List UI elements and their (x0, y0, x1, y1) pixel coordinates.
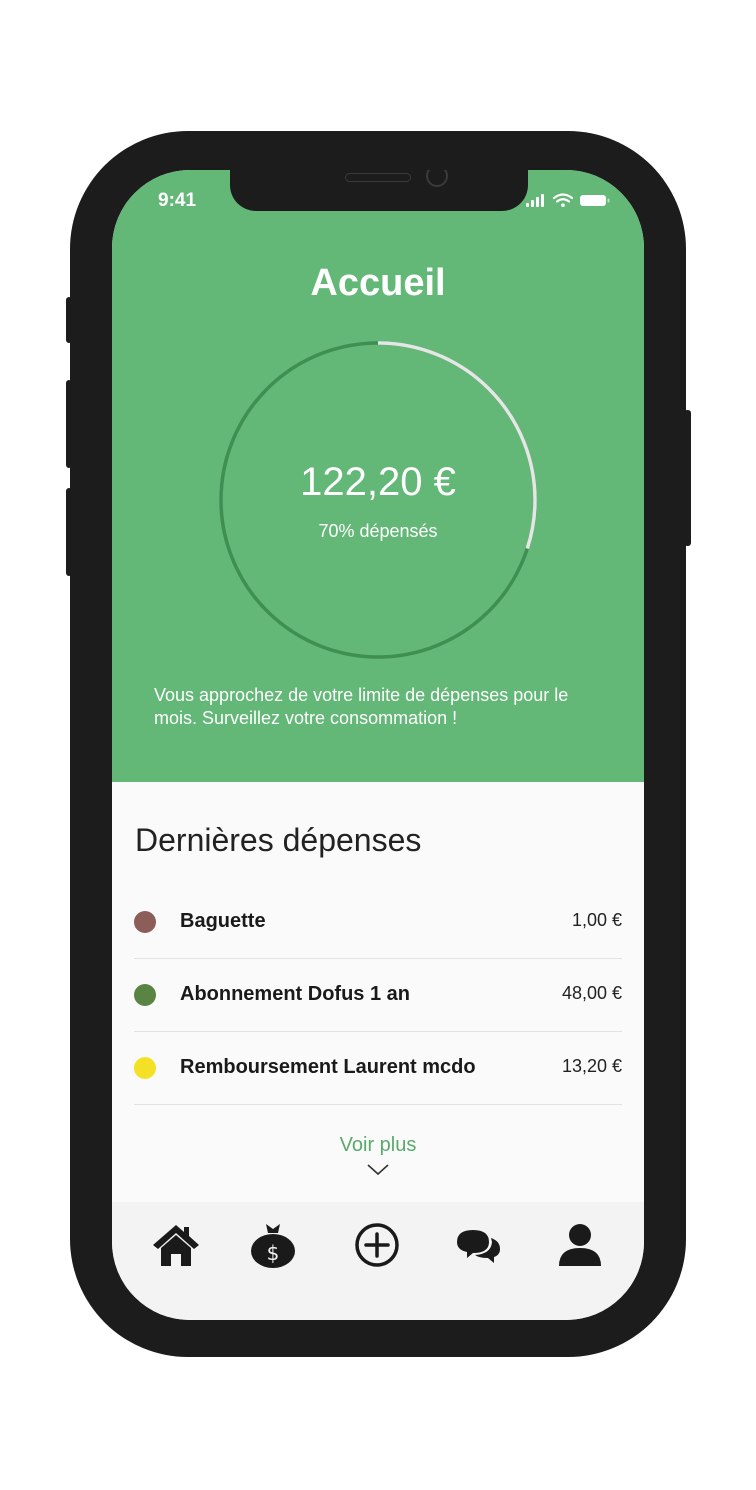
expense-row[interactable]: Abonnement Dofus 1 an 48,00 € (134, 959, 622, 1032)
battery-icon (580, 195, 610, 206)
bottom-tab-bar: $ (112, 1202, 644, 1320)
volume-up-button (66, 380, 72, 468)
category-dot (134, 984, 156, 1006)
budget-header-panel: 9:41 Accueil 122,20 € 70% dépensés Vous … (112, 170, 644, 782)
status-time: 9:41 (158, 190, 197, 211)
category-dot (134, 911, 156, 933)
expense-label: Baguette (180, 910, 266, 932)
expense-label: Remboursement Laurent mcdo (180, 1056, 476, 1078)
home-icon[interactable] (151, 1220, 201, 1270)
expense-row[interactable]: Remboursement Laurent mcdo 13,20 € (134, 1032, 622, 1105)
budget-percent-label: 70% dépensés (318, 521, 438, 541)
see-more-link[interactable]: Voir plus (112, 1134, 644, 1157)
chevron-down-icon[interactable] (367, 1164, 389, 1176)
status-icons (526, 192, 622, 213)
expense-amount: 1,00 € (571, 910, 622, 930)
page-title: Accueil (310, 262, 446, 304)
budget-warning-text: Vous approchez de votre limite de dépens… (154, 685, 569, 728)
add-circle-icon[interactable] (352, 1220, 402, 1270)
category-dot (134, 1057, 156, 1079)
wifi-icon (552, 193, 574, 203)
speaker-grille (345, 173, 411, 182)
recent-expenses-title: Dernières dépenses (135, 822, 422, 858)
expense-row[interactable]: Baguette 1,00 € (134, 886, 622, 959)
budget-amount: 122,20 € (300, 460, 456, 504)
phone-notch (230, 170, 528, 211)
power-button (684, 410, 691, 546)
svg-text:$: $ (267, 1241, 280, 1265)
chat-icon[interactable] (453, 1220, 503, 1270)
mute-switch (66, 297, 72, 343)
volume-down-button (66, 488, 72, 576)
expense-amount: 48,00 € (561, 983, 622, 1003)
expense-label: Abonnement Dofus 1 an (180, 983, 411, 1005)
cellular-signal-icon (526, 194, 544, 207)
expense-list: Baguette 1,00 € Abonnement Dofus 1 an 48… (134, 886, 622, 1105)
money-bag-icon[interactable]: $ (248, 1220, 298, 1270)
profile-icon[interactable] (555, 1220, 605, 1270)
expense-amount: 13,20 € (561, 1056, 622, 1076)
front-camera (426, 170, 448, 187)
app-screen: 9:41 Accueil 122,20 € 70% dépensés Vous … (112, 170, 644, 1320)
